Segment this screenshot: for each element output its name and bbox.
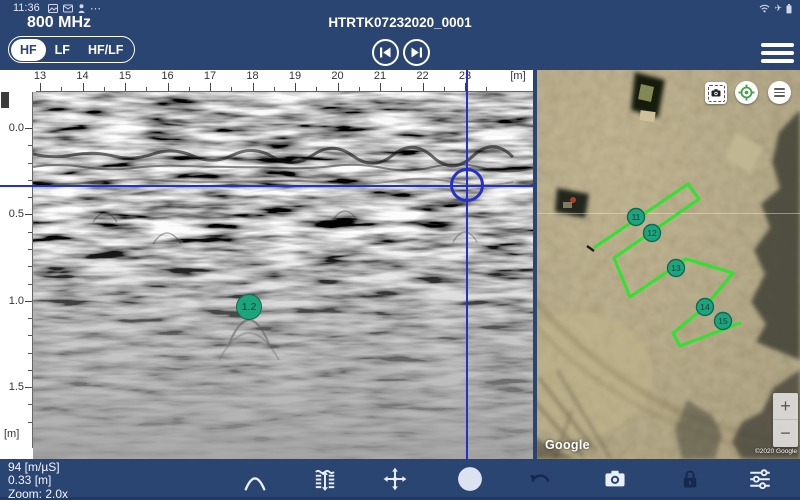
- skip-next-icon: [410, 47, 423, 58]
- hyperbola-icon: [242, 466, 268, 492]
- layers-menu-icon: [774, 86, 785, 100]
- interpretation-marker[interactable]: 1.2: [236, 294, 262, 320]
- airplane-mode-icon: ✈: [774, 3, 782, 14]
- depth-ruler: [m] 0.0 0.5 1.0 1.5: [0, 92, 33, 459]
- message-notification-icon: [63, 4, 73, 13]
- ruler-tick-label: 20: [326, 70, 350, 82]
- menu-icon: [761, 43, 794, 47]
- camera-icon: [602, 466, 628, 492]
- channel-tab-hf[interactable]: HF: [11, 39, 46, 61]
- project-title: HTRTK07232020_0001: [0, 15, 800, 30]
- more-notifications-icon: ⋯: [90, 5, 102, 13]
- skip-previous-button[interactable]: [372, 39, 399, 66]
- cursor-vertical-line: [466, 70, 468, 459]
- velocity-readout: 94 [m/µS]: [8, 461, 68, 474]
- filter-icon: [312, 466, 338, 492]
- depth-tick-label: 1.5: [0, 381, 24, 393]
- display-settings-button[interactable]: [747, 466, 773, 492]
- trace-marker-label: 14: [700, 302, 710, 312]
- ruler-unit: [m]: [503, 70, 533, 82]
- map-screenshot-button[interactable]: [705, 82, 727, 104]
- menu-button[interactable]: [761, 43, 794, 63]
- trace-marker-label: 13: [671, 263, 681, 273]
- lock-icon: [677, 466, 703, 492]
- skip-previous-icon: [379, 47, 392, 58]
- trace-marker-label: 15: [718, 316, 728, 326]
- map-screenshot-icon: [708, 85, 725, 102]
- settings-sliders-icon: [747, 466, 773, 492]
- my-location-button[interactable]: [735, 81, 758, 104]
- undo-button[interactable]: [527, 466, 553, 492]
- battery-icon: [786, 4, 792, 14]
- map-copyright: ©2020 Google: [755, 448, 797, 455]
- radargram-view[interactable]: [33, 92, 533, 459]
- ruler-tick-label: 13: [28, 70, 52, 82]
- depth-unit: [m]: [4, 428, 19, 440]
- ruler-tick-label: 19: [283, 70, 307, 82]
- trace-marker-label: 11: [632, 212, 641, 222]
- map-zoom-control: + −: [773, 393, 798, 447]
- depth-tick-label: 0.5: [0, 208, 24, 220]
- ruler-tick-label: 21: [368, 70, 392, 82]
- trace-start-mark: [1, 92, 9, 108]
- ruler-tick-label: 23: [453, 70, 477, 82]
- top-bar: 11:36 ⋯ ✈ 800 MHz HTRTK07232020_0001 HFL…: [0, 0, 800, 70]
- map-zoom-in-button[interactable]: +: [773, 393, 798, 420]
- my-location-icon: [738, 84, 755, 101]
- zoom-readout: Zoom: 2.0x: [8, 488, 68, 500]
- map-layers-button[interactable]: [768, 81, 791, 104]
- satellite-map[interactable]: 11 12 13 14 15: [537, 70, 800, 459]
- radargram-panel: [m] 13 14 15 16 17 18 19 20 21 22 23 [m] 0.0 0.5 1.0…: [0, 70, 533, 459]
- skip-next-button[interactable]: [403, 39, 430, 66]
- photo-notification-icon: [48, 4, 58, 13]
- record-circle-icon: [457, 466, 483, 492]
- ruler-tick-label: 22: [411, 70, 435, 82]
- filter-button[interactable]: [312, 466, 338, 492]
- depth-tick-label: 0.0: [0, 122, 24, 134]
- pan-move-icon: [382, 466, 408, 492]
- trace-marker-label: 12: [647, 228, 657, 238]
- status-time: 11:36: [13, 2, 40, 14]
- google-attribution: Google: [545, 438, 590, 452]
- undo-icon: [527, 466, 553, 492]
- depth-readout: 0.33 [m]: [8, 474, 68, 487]
- cursor-circle[interactable]: [450, 168, 484, 202]
- channel-tab-lf[interactable]: LF: [46, 39, 79, 61]
- depth-tick-label: 1.0: [0, 295, 24, 307]
- person-notification-icon: [78, 4, 85, 13]
- ruler-tick-label: 18: [241, 70, 265, 82]
- channel-tab-hf-lf[interactable]: HF/LF: [79, 39, 132, 61]
- screenshot-camera-button[interactable]: [602, 466, 628, 492]
- map-panel: 1112131415 + − Google ©2020 Go: [537, 70, 800, 459]
- hyperbola-fit-button[interactable]: [242, 466, 268, 492]
- ruler-tick-label: 14: [71, 70, 95, 82]
- ruler-tick-label: 17: [198, 70, 222, 82]
- bottom-toolbar: 94 [m/µS] 0.33 [m] Zoom: 2.0x: [0, 459, 800, 500]
- wifi-icon: [759, 4, 770, 13]
- record-marker-button[interactable]: [457, 466, 483, 492]
- distance-ruler: [m] 13 14 15 16 17 18 19 20 21 22 23: [0, 70, 533, 92]
- channel-toggle: HFLFHF/LF: [8, 36, 135, 63]
- ruler-tick-label: 16: [156, 70, 180, 82]
- map-zoom-out-button[interactable]: −: [773, 420, 798, 447]
- pan-button[interactable]: [382, 466, 408, 492]
- lock-button[interactable]: [677, 466, 703, 492]
- gpr-controller-app: 11:36 ⋯ ✈ 800 MHz HTRTK07232020_0001 HFL…: [0, 0, 800, 500]
- ruler-tick-label: 15: [113, 70, 137, 82]
